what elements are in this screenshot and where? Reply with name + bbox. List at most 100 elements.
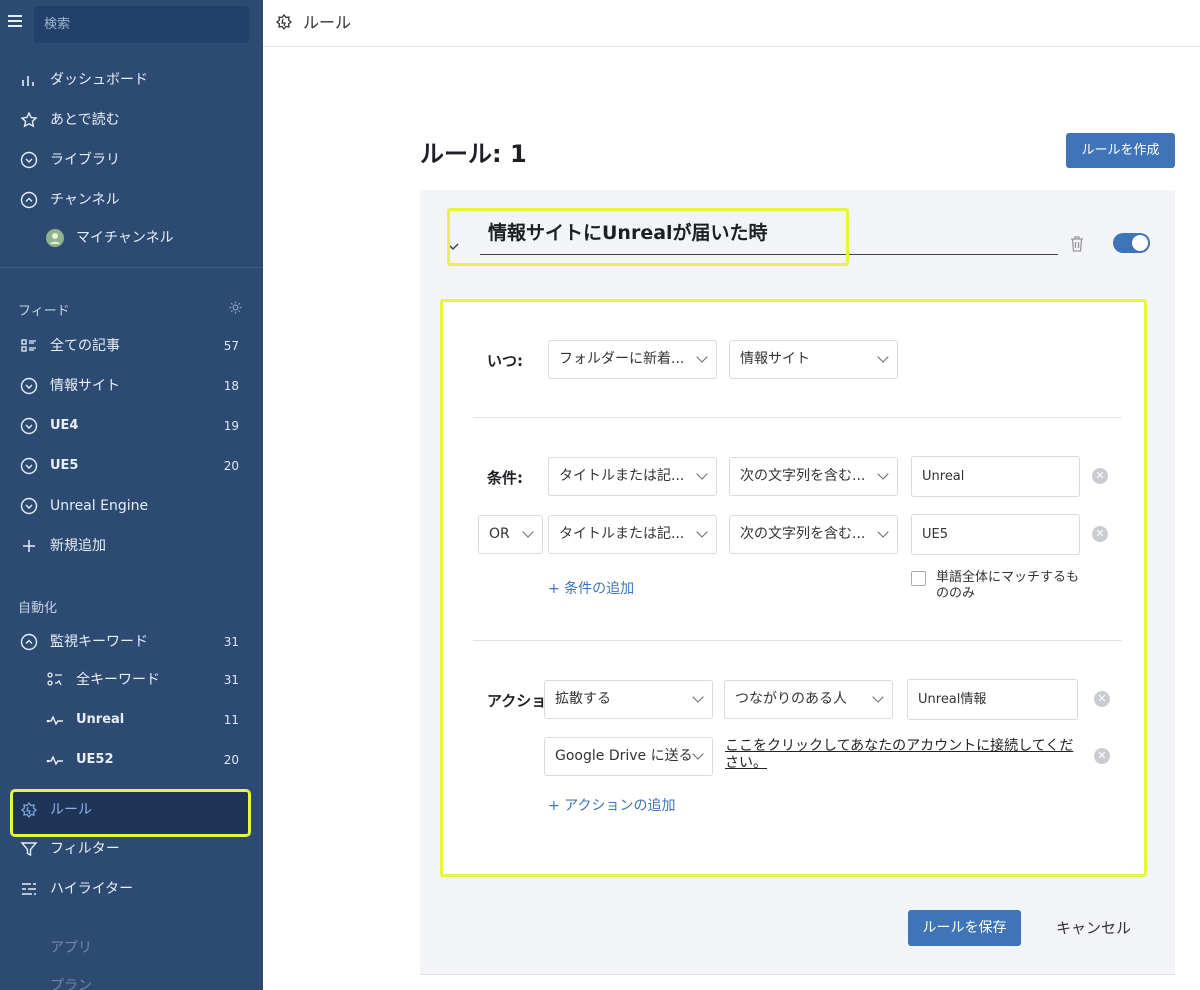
- sidebar-top: 検索: [0, 0, 263, 48]
- sidebar-item-watch-keywords[interactable]: 監視キーワード 31: [0, 626, 263, 658]
- divider: [0, 267, 263, 268]
- bar-chart-icon: [22, 76, 34, 86]
- chevron-down-icon: [877, 526, 889, 538]
- condition-value-input[interactable]: Unreal: [911, 456, 1080, 497]
- sidebar-item-label: マイチャンネル: [76, 230, 174, 246]
- select-value: タイトルまたは記...: [559, 526, 685, 542]
- sidebar-item-all-articles[interactable]: 全ての記事 57: [0, 330, 263, 362]
- save-rule-button[interactable]: ルールを保存: [908, 910, 1021, 946]
- action-select[interactable]: 拡散する: [544, 680, 713, 719]
- sidebar-item-unreal[interactable]: Unreal 11: [0, 704, 263, 736]
- folder-select[interactable]: 情報サイト: [729, 340, 898, 379]
- action-value-input[interactable]: Unreal情報: [907, 679, 1078, 720]
- condition-field-select[interactable]: タイトルまたは記...: [548, 457, 717, 496]
- chevron-down-icon: [696, 468, 708, 480]
- sidebar-item-all-keywords[interactable]: 全キーワード 31: [0, 664, 263, 696]
- action-select[interactable]: Google Drive に送る: [544, 737, 713, 776]
- sidebar-item-ue5[interactable]: UE5 20: [0, 450, 263, 482]
- sidebar-item-label: 全ての記事: [50, 338, 120, 354]
- rule-enabled-toggle[interactable]: [1113, 233, 1150, 253]
- section-label-automation: 自動化: [18, 601, 58, 616]
- chevron-circle-up-icon: [20, 191, 38, 209]
- sidebar-item-plan[interactable]: プラン: [0, 970, 263, 990]
- condition-operator-select[interactable]: OR: [478, 515, 543, 554]
- sidebar-item-label: アプリ: [50, 940, 92, 956]
- menu-icon[interactable]: [8, 12, 22, 32]
- sidebar-item-filters[interactable]: フィルター: [0, 833, 263, 865]
- sidebar-item-ue52[interactable]: UE52 20: [0, 744, 263, 776]
- section-divider: [473, 417, 1122, 418]
- sidebar-item-unreal-engine[interactable]: Unreal Engine: [0, 490, 263, 522]
- sidebar-item-apps[interactable]: アプリ: [0, 932, 263, 964]
- top-header: ルール: [263, 0, 1200, 47]
- highlighter-icon: [22, 883, 36, 895]
- sidebar-item-label: UE5: [50, 458, 79, 473]
- sidebar-item-channel[interactable]: チャンネル: [0, 184, 263, 216]
- sidebar-item-my-channel[interactable]: マイチャンネル: [0, 222, 263, 254]
- close-icon[interactable]: ✕: [1092, 526, 1108, 542]
- create-rule-button[interactable]: ルールを作成: [1066, 133, 1175, 168]
- select-value: Google Drive に送る: [555, 748, 693, 764]
- sidebar-item-highlighter[interactable]: ハイライター: [0, 873, 263, 905]
- unread-count: 18: [223, 379, 239, 393]
- close-icon[interactable]: ✕: [1092, 468, 1108, 484]
- action-target-select[interactable]: つながりのある人: [724, 680, 893, 719]
- sidebar-item-label: Unreal Engine: [50, 498, 149, 514]
- condition-value-input[interactable]: UE5: [911, 514, 1080, 555]
- rules-icon: [275, 13, 293, 31]
- close-icon[interactable]: ✕: [1094, 691, 1110, 707]
- condition-field-select[interactable]: タイトルまたは記...: [548, 515, 717, 554]
- sidebar-item-label: UE52: [76, 752, 114, 767]
- chevron-down-icon: [692, 691, 704, 703]
- sidebar-item-rules[interactable]: ルール: [0, 794, 263, 826]
- chevron-down-icon: [872, 691, 884, 703]
- when-label: いつ:: [487, 352, 523, 370]
- chevron-circle-up-icon: [20, 633, 38, 651]
- chevron-circle-down-icon: [20, 417, 38, 435]
- connect-account-link[interactable]: ここをクリックしてあなたのアカウントに接続してください。: [725, 738, 1085, 772]
- condition-match-select[interactable]: 次の文字列を含む...: [729, 515, 898, 554]
- trigger-select[interactable]: フォルダーに新着...: [548, 340, 717, 379]
- sidebar-item-label: 新規追加: [50, 538, 106, 554]
- sidebar-item-label: 全キーワード: [76, 672, 160, 688]
- sidebar-item-label: 監視キーワード: [50, 634, 148, 650]
- sidebar-item-label: Unreal: [76, 712, 125, 727]
- sidebar-item-label: 情報サイト: [50, 378, 120, 394]
- cancel-button[interactable]: キャンセル: [1056, 910, 1131, 946]
- select-value: 情報サイト: [740, 351, 810, 367]
- sidebar-item-label: UE4: [50, 418, 79, 433]
- sidebar: 検索 ダッシュボード あとで読む ライブラリ チャンネル マイチャンネル フィー…: [0, 0, 263, 990]
- gear-icon[interactable]: [228, 300, 243, 315]
- list-icon: [21, 339, 36, 352]
- actions-label: アクション: [487, 692, 544, 710]
- trash-icon[interactable]: [1069, 235, 1085, 253]
- chevron-circle-down-icon: [20, 377, 38, 395]
- sidebar-item-ue4[interactable]: UE4 19: [0, 410, 263, 442]
- close-icon[interactable]: ✕: [1094, 748, 1110, 764]
- whole-word-checkbox[interactable]: [911, 571, 926, 586]
- sidebar-item-info-sites[interactable]: 情報サイト 18: [0, 370, 263, 402]
- unread-count: 57: [223, 339, 239, 353]
- search-input[interactable]: 検索: [34, 6, 249, 43]
- sidebar-item-library[interactable]: ライブラリ: [0, 144, 263, 176]
- sidebar-item-label: あとで読む: [50, 112, 120, 128]
- sidebar-item-label: ライブラリ: [50, 152, 120, 168]
- sidebar-item-dashboard[interactable]: ダッシュボード: [0, 64, 263, 96]
- pulse-icon: [46, 755, 63, 766]
- add-condition-link[interactable]: + 条件の追加: [548, 578, 634, 598]
- page-title: ルール: 1: [420, 140, 527, 168]
- chevron-circle-down-icon: [20, 457, 38, 475]
- condition-match-select[interactable]: 次の文字列を含む...: [729, 457, 898, 496]
- rule-name-highlight: [447, 208, 849, 266]
- sidebar-item-label: ハイライター: [50, 881, 134, 897]
- section-divider: [473, 640, 1122, 641]
- chevron-down-icon: [696, 526, 708, 538]
- sidebar-item-read-later[interactable]: あとで読む: [0, 104, 263, 136]
- sidebar-item-label: ルール: [50, 802, 92, 818]
- rules-icon: [20, 801, 38, 819]
- whole-word-label: 単語全体にマッチするもののみ: [936, 570, 1080, 601]
- chevron-down-icon: [696, 351, 708, 363]
- sidebar-item-add-new[interactable]: 新規追加: [0, 530, 263, 562]
- unread-count: 31: [223, 635, 239, 649]
- add-action-link[interactable]: + アクションの追加: [548, 795, 675, 815]
